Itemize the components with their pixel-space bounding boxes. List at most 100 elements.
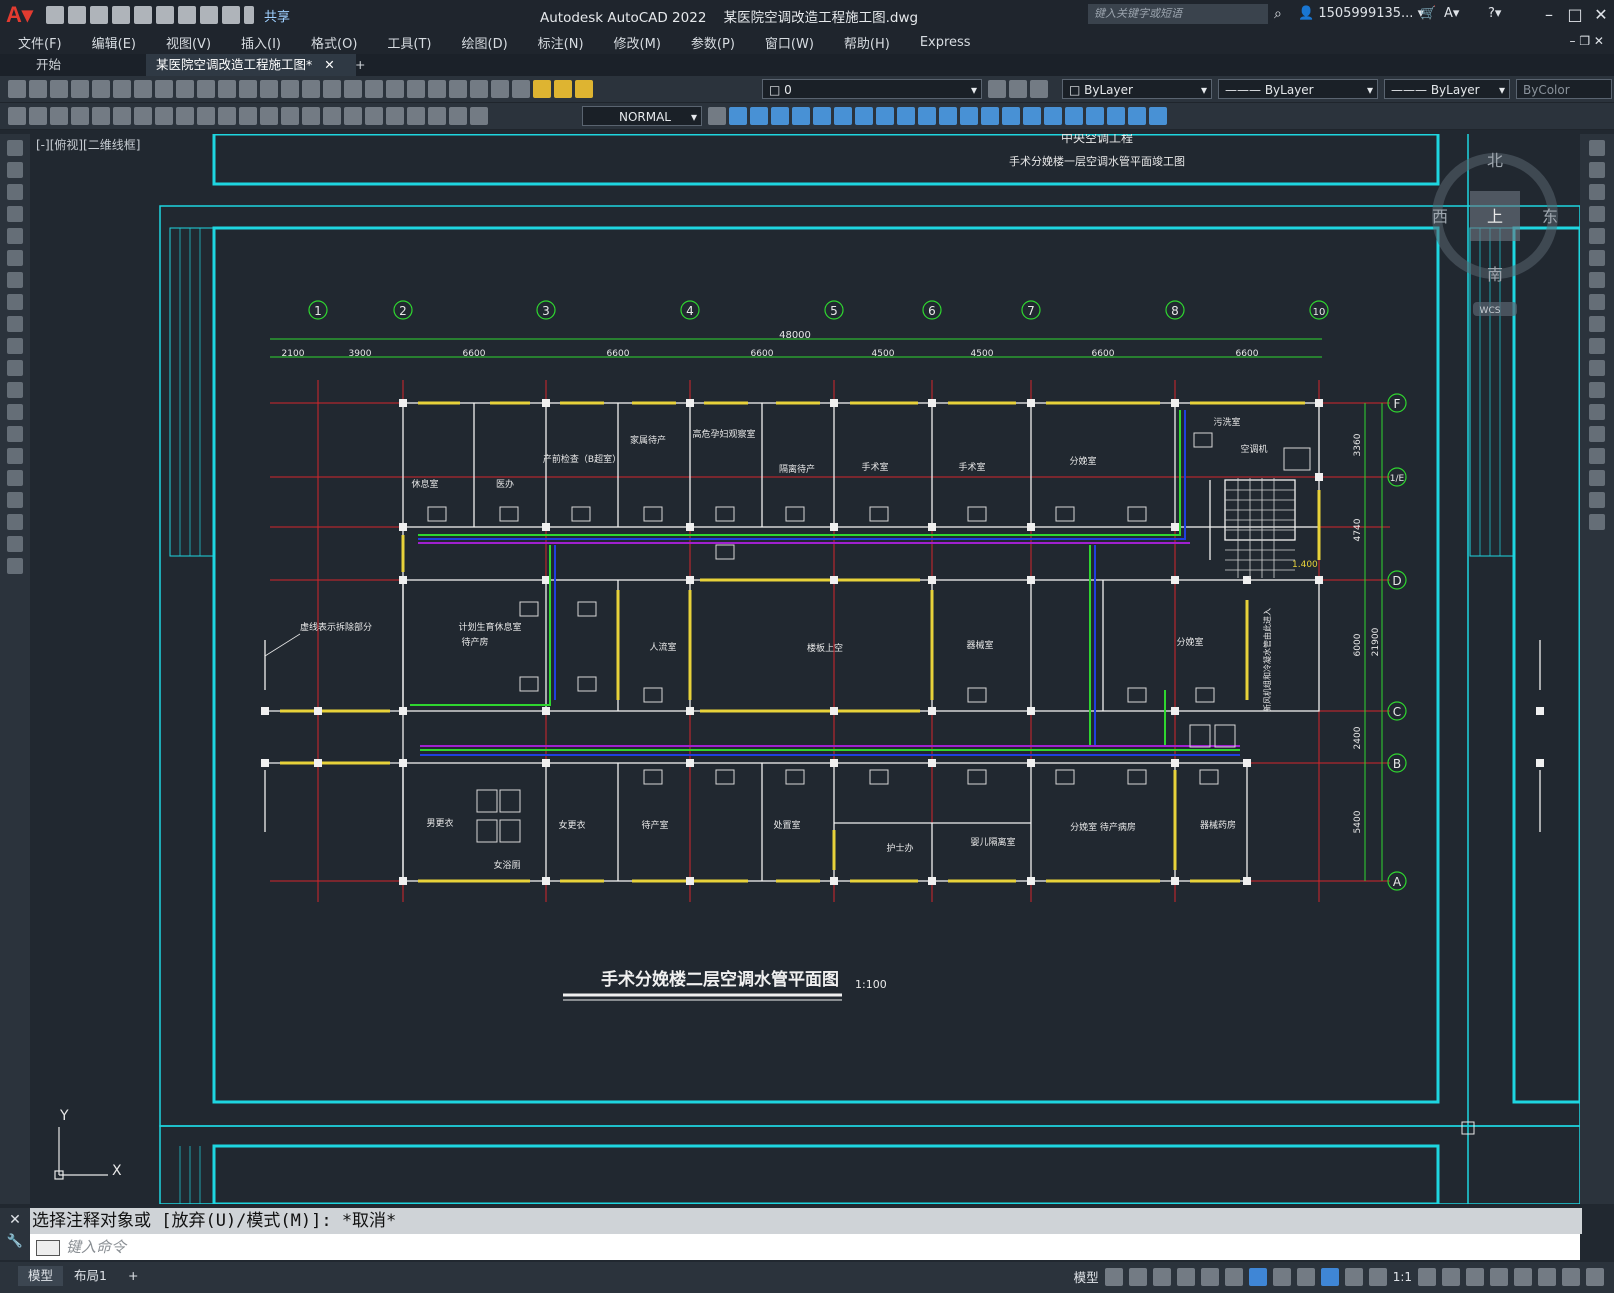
plot-tool-icon[interactable] — [71, 80, 89, 98]
rotate-icon[interactable] — [834, 107, 852, 125]
layer-freeze-icon[interactable] — [554, 80, 572, 98]
menu-insert[interactable]: 插入(I) — [223, 33, 293, 52]
search-input[interactable]: 键入关键字或短语 — [1088, 4, 1268, 24]
clean-screen-icon[interactable] — [1562, 1267, 1580, 1286]
scale-side-icon[interactable] — [1589, 294, 1605, 310]
autocad-logo-icon[interactable]: A▾ — [6, 2, 33, 28]
dim-edit-icon[interactable] — [428, 107, 446, 125]
point-icon[interactable] — [7, 426, 23, 442]
command-customize-icon[interactable]: 🔧 — [0, 1234, 30, 1249]
spline-icon[interactable] — [7, 316, 23, 332]
radius-dim-icon[interactable] — [155, 107, 173, 125]
quick-properties-icon[interactable] — [1490, 1267, 1508, 1286]
continue-dim-icon[interactable] — [281, 107, 299, 125]
zoom-realtime-icon[interactable] — [302, 80, 320, 98]
lineweight-icon[interactable] — [1272, 1267, 1291, 1286]
osnap-icon[interactable] — [1248, 1267, 1267, 1286]
baseline-dim-icon[interactable] — [260, 107, 278, 125]
move-icon[interactable] — [813, 107, 831, 125]
menu-tools[interactable]: 工具(T) — [369, 33, 443, 52]
otrack-icon[interactable] — [1224, 1267, 1243, 1286]
autoscale-icon[interactable] — [1344, 1267, 1363, 1286]
tool-icon-3[interactable] — [50, 107, 68, 125]
save-as-icon[interactable] — [112, 6, 130, 24]
tab-drawing[interactable]: 某医院空调改造工程施工图* ✕ — [146, 54, 356, 76]
ellipse-icon[interactable] — [7, 338, 23, 354]
make-block-icon[interactable] — [7, 404, 23, 420]
maximize-icon[interactable]: □ — [1562, 4, 1588, 26]
diameter-dim-icon[interactable] — [197, 107, 215, 125]
rotate-side-icon[interactable] — [1589, 272, 1605, 288]
grid-icon[interactable] — [1104, 1267, 1123, 1286]
tool-palettes-icon[interactable] — [407, 80, 425, 98]
chamfer-side-icon[interactable] — [1589, 448, 1605, 464]
polyline-icon[interactable] — [7, 184, 23, 200]
sheet-set-icon[interactable] — [428, 80, 446, 98]
help-icon[interactable]: ?▾ — [1488, 6, 1501, 21]
jogged-dim-icon[interactable] — [176, 107, 194, 125]
fillet-side-icon[interactable] — [1589, 470, 1605, 486]
redo-icon[interactable] — [222, 6, 240, 24]
open-tool-icon[interactable] — [29, 80, 47, 98]
dim-update-icon[interactable] — [470, 107, 488, 125]
zoom-previous-icon[interactable] — [344, 80, 362, 98]
close-icon[interactable]: ✕ — [1588, 4, 1614, 26]
publish-icon[interactable] — [113, 80, 131, 98]
rectangle-icon[interactable] — [7, 228, 23, 244]
viewcube-north[interactable]: 北 — [1487, 151, 1503, 170]
break-point-side-icon[interactable] — [1589, 382, 1605, 398]
web-save-icon[interactable] — [156, 6, 174, 24]
tab-layout1[interactable]: 布局1 — [64, 1266, 117, 1286]
calculator-icon[interactable] — [470, 80, 488, 98]
open-icon[interactable] — [68, 6, 86, 24]
inspect-icon[interactable] — [386, 107, 404, 125]
quick-dim-icon[interactable] — [239, 107, 257, 125]
menu-modify[interactable]: 修改(M) — [596, 33, 673, 52]
layer-on-icon[interactable] — [533, 80, 551, 98]
menu-window[interactable]: 窗口(W) — [747, 33, 826, 52]
menu-express[interactable]: Express — [902, 35, 983, 50]
chamfer-icon[interactable] — [981, 107, 999, 125]
transparency-icon[interactable] — [1296, 1267, 1315, 1286]
layer-previous-icon[interactable] — [1009, 80, 1027, 98]
array-icon[interactable] — [792, 107, 810, 125]
table-icon[interactable] — [7, 514, 23, 530]
user-account[interactable]: 👤 1505999135... ▾ — [1298, 6, 1424, 21]
viewcube-top[interactable]: 上 — [1487, 207, 1503, 226]
menu-file[interactable]: 文件(F) — [0, 33, 74, 52]
customization-icon[interactable] — [1586, 1267, 1604, 1286]
layer-dropdown[interactable]: □ 0 ▾ — [762, 79, 982, 99]
explode-icon[interactable] — [1023, 107, 1041, 125]
tab-start[interactable]: 开始 — [26, 54, 71, 76]
command-close-icon[interactable]: ✕ — [0, 1212, 30, 1228]
menu-dimension[interactable]: 标注(N) — [520, 33, 596, 52]
trim-icon[interactable] — [897, 107, 915, 125]
menu-edit[interactable]: 编辑(E) — [74, 33, 148, 52]
dim-break-icon[interactable] — [323, 107, 341, 125]
design-center-icon[interactable] — [386, 80, 404, 98]
menu-format[interactable]: 格式(O) — [293, 33, 369, 52]
polar-icon[interactable] — [1176, 1267, 1195, 1286]
units-icon[interactable] — [1466, 1267, 1484, 1286]
linear-dim-icon[interactable] — [71, 107, 89, 125]
tolerance-icon[interactable] — [344, 107, 362, 125]
ungroup-icon[interactable] — [1086, 107, 1104, 125]
circle-icon[interactable] — [7, 272, 23, 288]
dim-style-icon[interactable] — [708, 107, 726, 125]
viewcube[interactable]: 上 北 南 东 西 WCS — [1432, 151, 1558, 316]
annotation-visibility-icon[interactable] — [1320, 1267, 1339, 1286]
array-side-icon[interactable] — [1589, 228, 1605, 244]
tab-model[interactable]: 模型 — [18, 1266, 64, 1286]
layer-lock-icon[interactable] — [575, 80, 593, 98]
3d-print-icon[interactable] — [134, 80, 152, 98]
gradient-icon[interactable] — [7, 470, 23, 486]
blend-side-icon[interactable] — [1589, 492, 1605, 508]
annotation-scale-value[interactable]: 1:1 — [1393, 1270, 1412, 1284]
wcs-label[interactable]: WCS — [1480, 306, 1501, 316]
copy-icon[interactable] — [176, 80, 194, 98]
doc-window-controls[interactable]: – ❐ ✕ — [1570, 34, 1604, 48]
menu-help[interactable]: 帮助(H) — [826, 33, 902, 52]
viewport-controls[interactable]: [-][俯视][二维线框] — [36, 136, 140, 153]
save-icon[interactable] — [90, 6, 108, 24]
trim-side-icon[interactable] — [1589, 338, 1605, 354]
